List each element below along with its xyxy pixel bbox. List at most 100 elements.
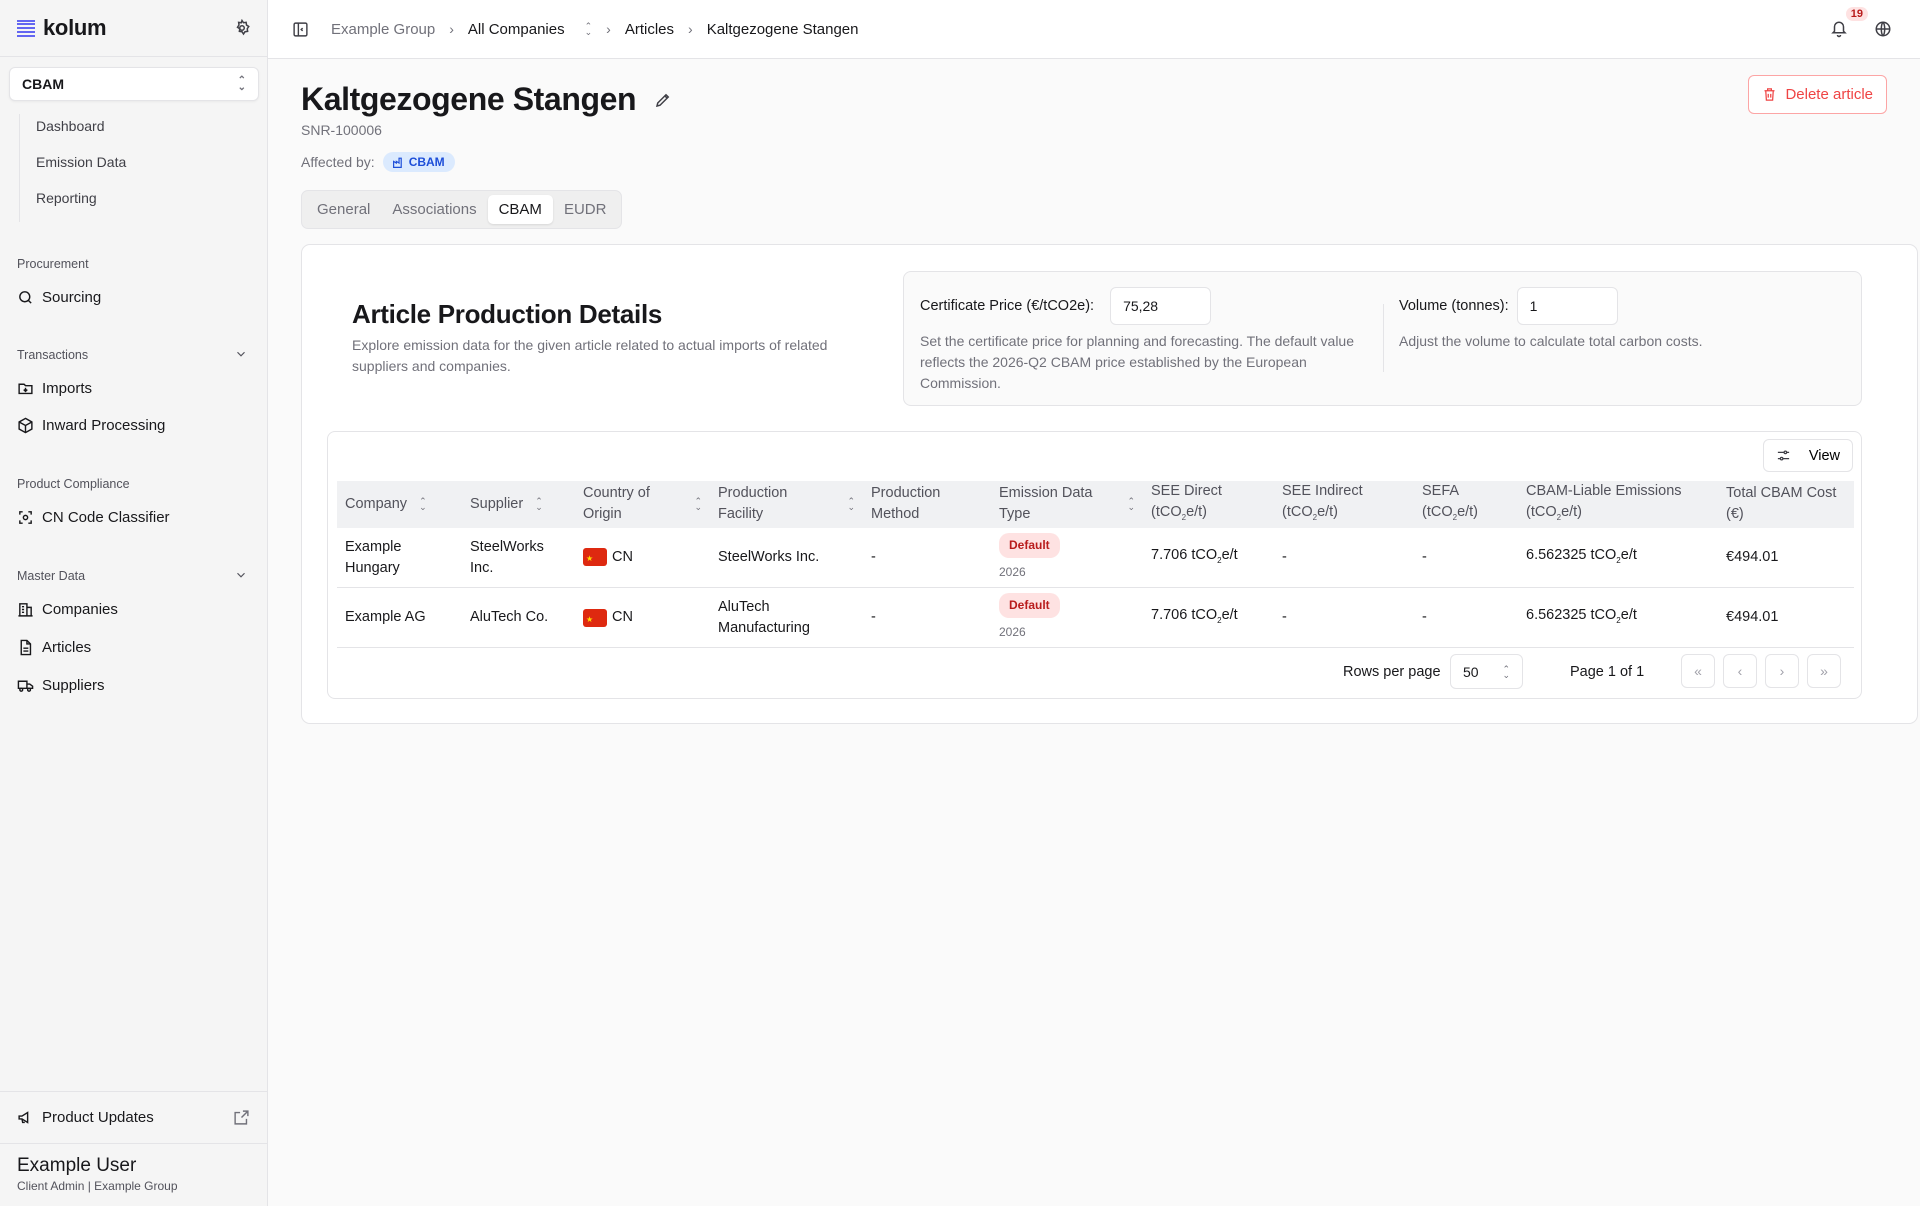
cell-cbam-liable: 6.562325 tCO2e/t bbox=[1518, 527, 1718, 589]
factory-icon bbox=[392, 157, 402, 168]
tab-general[interactable]: General bbox=[306, 195, 381, 224]
section-label-text: Master Data bbox=[17, 569, 86, 583]
globe-icon[interactable] bbox=[1874, 20, 1892, 38]
column-header-cbam-liable: CBAM-Liable Emissions (tCO2e/t) bbox=[1526, 483, 1682, 522]
tab-cbam[interactable]: CBAM bbox=[487, 195, 553, 224]
sidebar-item-articles[interactable]: Articles bbox=[17, 635, 91, 659]
file-text-icon bbox=[20, 639, 32, 655]
sidebar-item-label: Companies bbox=[42, 600, 118, 618]
sidebar-item-label: Imports bbox=[42, 379, 93, 397]
volume-input[interactable] bbox=[1516, 287, 1618, 325]
cell-see-indirect: - bbox=[1274, 587, 1414, 649]
sidebar-item-suppliers[interactable]: Suppliers bbox=[17, 673, 105, 697]
column-header-emission-type[interactable]: Emission Data Type ⌃ ⌄ bbox=[991, 481, 1143, 528]
breadcrumb-item-current: Kaltgezogene Stangen bbox=[706, 20, 859, 38]
chevron-updown-icon: ⌃ ⌄ bbox=[1502, 663, 1510, 680]
tab-associations[interactable]: Associations bbox=[381, 195, 487, 224]
cell-sefa: - bbox=[1414, 527, 1518, 589]
certificate-price-help: Set the certificate price for planning a… bbox=[920, 333, 1355, 391]
sidebar: kolum CBAM ⌃ ⌄ Dashboard Emission Data Re… bbox=[0, 0, 268, 1206]
cbam-liable-value: 6.562325 bbox=[1526, 606, 1587, 623]
sort-icon: ⌃ ⌄ bbox=[535, 496, 543, 513]
certificate-price-label: Certificate Price (€/tCO2e): bbox=[920, 298, 1095, 314]
china-flag-icon bbox=[583, 548, 607, 569]
column-header-company[interactable]: Company ⌃ ⌄ bbox=[337, 481, 462, 528]
cell-total-cost: €494.01 bbox=[1718, 587, 1854, 649]
column-header-label: Company bbox=[345, 495, 408, 512]
rows-per-page-select[interactable]: 50 ⌃ ⌄ bbox=[1450, 654, 1523, 689]
breadcrumb-item-articles[interactable]: Articles bbox=[625, 21, 674, 38]
chevron-left-icon: ‹ bbox=[1737, 663, 1743, 679]
subnav-item-emission-data[interactable]: Emission Data bbox=[36, 150, 126, 186]
column-header-see-indirect: SEE Indirect (tCO2e/t) bbox=[1282, 483, 1363, 522]
cell-emission-type: Default 2026 bbox=[991, 587, 1143, 649]
subnav-item-dashboard[interactable]: Dashboard bbox=[36, 114, 126, 150]
cost-settings-panel: Certificate Price (€/tCO2e): Set the cer… bbox=[903, 271, 1862, 406]
logo-text: kolum bbox=[43, 15, 107, 40]
user-name: Example User bbox=[17, 1155, 137, 1176]
regulation-badge: CBAM bbox=[382, 152, 455, 172]
sidebar-item-inward-processing[interactable]: Inward Processing bbox=[17, 413, 165, 437]
sidebar-item-label: Articles bbox=[42, 638, 92, 656]
bell-icon[interactable] bbox=[1830, 20, 1848, 38]
sidebar-toggle-icon[interactable] bbox=[292, 21, 309, 38]
affected-by: Affected by: CBAM bbox=[301, 152, 455, 172]
sidebar-item-label: Sourcing bbox=[42, 288, 102, 306]
volume-help: Adjust the volume to calculate total car… bbox=[1399, 333, 1703, 349]
delete-article-button[interactable]: Delete article bbox=[1748, 75, 1887, 114]
breadcrumb-item-group[interactable]: Example Group bbox=[331, 21, 435, 38]
product-updates-link[interactable]: Product Updates bbox=[0, 1091, 267, 1143]
breadcrumb-company-select[interactable]: All Companies ⌃ ⌄ bbox=[468, 21, 592, 38]
next-page-button[interactable]: › bbox=[1765, 654, 1799, 688]
sidebar-item-cn-code-classifier[interactable]: CN Code Classifier bbox=[17, 505, 170, 529]
emissions-table: Company ⌃ ⌄ Supplier ⌃ ⌄ Country of Origin ⌃ ⌄… bbox=[337, 481, 1854, 649]
sidebar-item-sourcing[interactable]: Sourcing bbox=[17, 285, 101, 309]
column-header-facility[interactable]: Production Facility ⌃ ⌄ bbox=[710, 481, 863, 528]
table-row[interactable]: Example AG AluTech Co. CN AluTech Manufa… bbox=[337, 587, 1854, 649]
breadcrumb-separator-icon: › bbox=[688, 21, 693, 37]
section-label-master-data[interactable]: Master Data bbox=[17, 569, 245, 583]
chevron-down-icon[interactable] bbox=[234, 347, 248, 361]
delete-article-label: Delete article bbox=[1785, 86, 1873, 103]
table-row[interactable]: Example Hungary SteelWorks Inc. CN Steel… bbox=[337, 527, 1854, 589]
megaphone-icon bbox=[18, 1111, 29, 1124]
pencil-icon[interactable] bbox=[654, 91, 672, 109]
module-select[interactable]: CBAM ⌃ ⌄ bbox=[9, 67, 259, 101]
column-header-label: Country of Origin bbox=[583, 485, 650, 523]
rows-per-page-label: Rows per page bbox=[1343, 664, 1441, 680]
cell-origin: CN bbox=[575, 527, 710, 589]
section-title: Article Production Details bbox=[352, 299, 663, 329]
cell-see-direct: 7.706 tCO2e/t bbox=[1143, 527, 1274, 589]
column-header-supplier[interactable]: Supplier ⌃ ⌄ bbox=[462, 481, 575, 528]
cell-supplier: SteelWorks Inc. bbox=[462, 527, 575, 589]
chevrons-left-icon: « bbox=[1694, 663, 1702, 679]
user-profile[interactable]: Example User Client Admin | Example Grou… bbox=[0, 1143, 267, 1206]
subnav-item-reporting[interactable]: Reporting bbox=[36, 186, 126, 222]
last-page-button[interactable]: » bbox=[1807, 654, 1841, 688]
pagination: Rows per page 50 ⌃ ⌄ Page 1 of 1 « ‹ › » bbox=[328, 654, 1861, 690]
column-header-label: Production Method bbox=[871, 485, 941, 523]
breadcrumb-separator-icon: › bbox=[606, 21, 611, 37]
sidebar-item-imports[interactable]: Imports bbox=[17, 376, 92, 400]
main-content: Kaltgezogene Stangen SNR-100006 Affected… bbox=[268, 59, 1920, 1206]
sidebar-item-companies[interactable]: Companies bbox=[17, 597, 118, 621]
scan-icon bbox=[19, 510, 32, 524]
article-number: SNR-100006 bbox=[301, 122, 382, 138]
column-header-method: Production Method bbox=[863, 481, 991, 528]
production-details-card: Article Production Details Explore emiss… bbox=[301, 244, 1918, 724]
sidebar-item-label: Inward Processing bbox=[42, 416, 166, 434]
certificate-price-input[interactable] bbox=[1110, 287, 1212, 325]
gear-icon[interactable] bbox=[233, 19, 251, 37]
view-options-button[interactable]: View bbox=[1762, 439, 1853, 472]
cell-method: - bbox=[863, 587, 991, 649]
folder-download-icon bbox=[18, 383, 33, 394]
previous-page-button[interactable]: ‹ bbox=[1723, 654, 1757, 688]
first-page-button[interactable]: « bbox=[1681, 654, 1715, 688]
tab-eudr[interactable]: EUDR bbox=[553, 195, 618, 224]
chevron-down-icon[interactable] bbox=[234, 568, 248, 582]
section-label-transactions[interactable]: Transactions bbox=[17, 348, 245, 362]
column-header-origin[interactable]: Country of Origin ⌃ ⌄ bbox=[575, 481, 710, 528]
rows-per-page-value: 50 bbox=[1463, 663, 1479, 680]
user-role: Client Admin | Example Group bbox=[17, 1179, 178, 1193]
logo-row: kolum bbox=[0, 0, 267, 57]
